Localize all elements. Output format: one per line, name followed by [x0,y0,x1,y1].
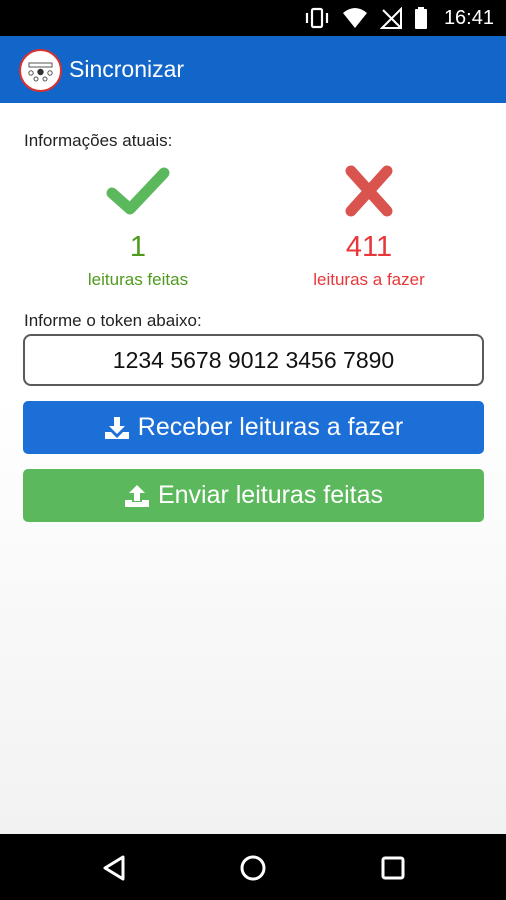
clock: 16:41 [443,6,494,29]
recent-apps-button[interactable] [373,848,413,888]
token-input[interactable] [23,334,484,386]
main-content: Informações atuais: 1 leituras feitas 41… [0,103,506,834]
token-label: Informe o token abaixo: [24,311,202,330]
home-button[interactable] [233,848,273,888]
page-title: Sincronizar [69,56,185,82]
send-readings-label: Enviar leituras feitas [157,481,384,509]
receive-readings-label: Receber leituras a fazer [137,413,404,441]
vibrate-icon [304,7,330,29]
readings-todo-stat: 411 leituras a fazer [269,165,469,290]
battery-icon [414,7,428,29]
readings-todo-count: 411 [345,231,393,263]
meter-logo [19,49,62,92]
send-readings-button[interactable]: Enviar leituras feitas [23,469,484,522]
checkmark-icon [106,167,170,215]
readings-done-caption: leituras feitas [87,270,189,289]
navigation-bar [0,834,506,900]
readings-done-stat: 1 leituras feitas [38,165,238,290]
app-bar: Sincronizar [0,36,506,103]
status-icons: 16:41 [304,0,494,36]
back-button[interactable] [94,848,134,888]
download-icon [104,416,129,439]
readings-todo-caption: leituras a fazer [313,270,425,289]
receive-readings-button[interactable]: Receber leituras a fazer [23,401,484,454]
no-sim-icon [379,7,402,29]
status-bar: 16:41 [0,0,506,36]
cross-icon [345,165,393,217]
home-icon [240,855,266,881]
info-label: Informações atuais: [24,131,173,150]
back-icon [103,855,125,881]
recent-apps-icon [381,856,405,880]
readings-done-count: 1 [129,231,147,263]
wifi-icon [342,7,368,29]
upload-icon [124,484,149,507]
